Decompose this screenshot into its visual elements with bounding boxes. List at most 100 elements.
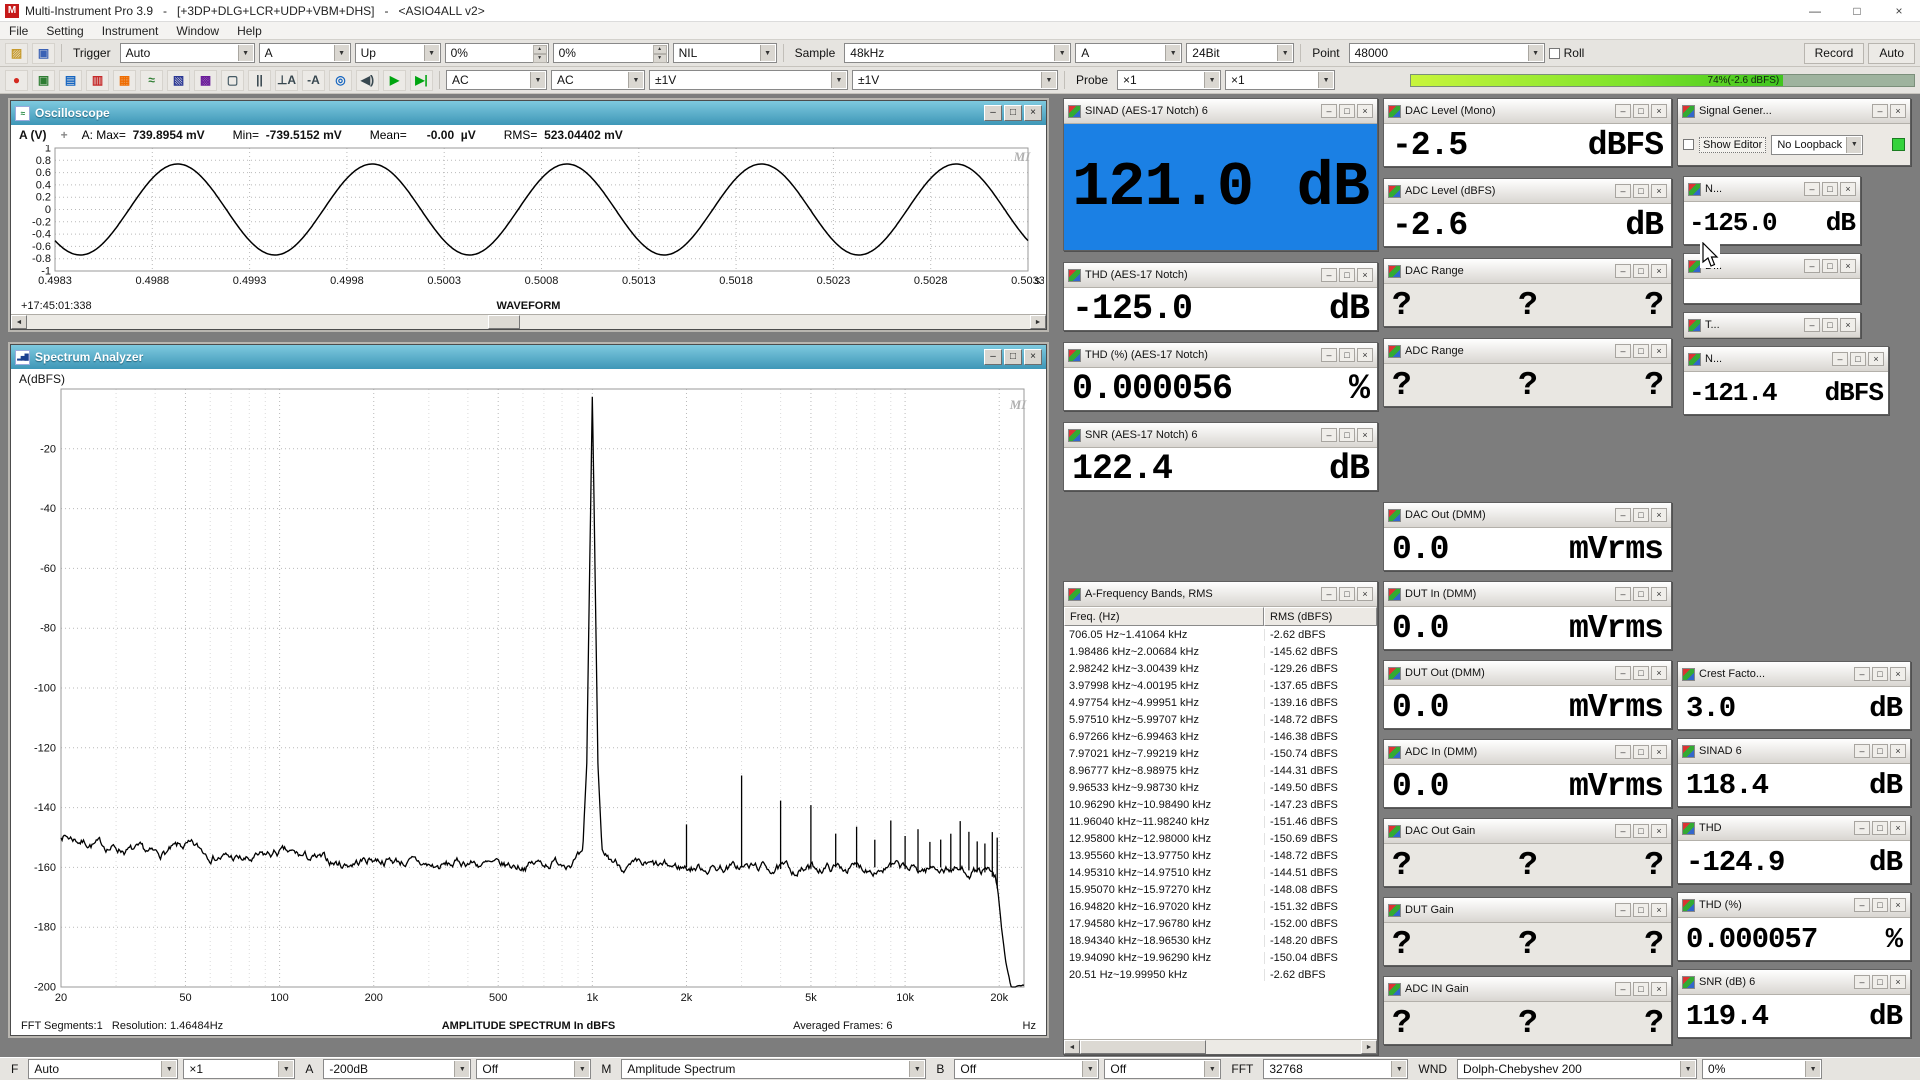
spectrum-window-icon[interactable]: ▥ xyxy=(86,70,109,91)
maximize-icon[interactable]: □ xyxy=(1633,982,1649,996)
table-row[interactable]: 14.95310 kHz~14.97510 kHz -144.51 dBFS xyxy=(1064,864,1377,881)
close-icon[interactable]: × xyxy=(1840,318,1856,332)
a-scale-select[interactable]: -200dB▼ xyxy=(323,1059,471,1079)
close-icon[interactable]: × xyxy=(1024,349,1042,365)
menu-item[interactable]: Window xyxy=(167,24,228,38)
meter-titlebar[interactable]: Crest Facto... –□× xyxy=(1678,662,1910,687)
meter-titlebar[interactable]: THD (%) (AES-17 Notch) –□× xyxy=(1064,343,1377,368)
trigger-edge-select[interactable]: Up▼ xyxy=(355,43,441,63)
close-icon[interactable]: × xyxy=(1357,268,1373,282)
table-row[interactable]: 12.95800 kHz~12.98000 kHz -150.69 dBFS xyxy=(1064,830,1377,847)
spectrum-analyzer-titlebar[interactable]: ▂▅█ Spectrum Analyzer – □ × xyxy=(11,345,1046,369)
b-mode-select[interactable]: Off▼ xyxy=(954,1059,1099,1079)
maximize-icon[interactable]: □ xyxy=(1339,348,1355,362)
maximize-icon[interactable]: □ xyxy=(1872,975,1888,989)
table-row[interactable]: 19.94090 kHz~19.96290 kHz -150.04 dBFS xyxy=(1064,949,1377,966)
step-run-icon[interactable]: ▶| xyxy=(410,70,433,91)
scroll-right-icon[interactable]: ► xyxy=(1030,315,1046,329)
close-icon[interactable]: × xyxy=(1357,348,1373,362)
auto-button[interactable]: Auto xyxy=(1868,43,1915,64)
close-icon[interactable]: × xyxy=(1651,587,1667,601)
record-button[interactable]: Record xyxy=(1804,43,1865,64)
column-header-rms[interactable]: RMS (dBFS) xyxy=(1264,607,1377,626)
close-icon[interactable]: × xyxy=(1890,744,1906,758)
meter-titlebar[interactable]: DAC Range –□× xyxy=(1384,259,1671,284)
minimize-icon[interactable]: – xyxy=(1854,744,1870,758)
scrollbar-thumb[interactable] xyxy=(488,315,520,329)
maximize-icon[interactable]: □ xyxy=(1633,184,1649,198)
coupling-b-select[interactable]: AC▼ xyxy=(551,70,645,90)
maximize-icon[interactable]: □ xyxy=(1872,821,1888,835)
sample-rate-select[interactable]: 48kHz▼ xyxy=(844,43,1071,63)
table-row[interactable]: 11.96040 kHz~11.98240 kHz -151.46 dBFS xyxy=(1064,813,1377,830)
spin-up-icon[interactable]: ▲ xyxy=(653,45,667,54)
table-row[interactable]: 706.05 Hz~1.41064 kHz -2.62 dBFS xyxy=(1064,626,1377,643)
minimize-icon[interactable]: – xyxy=(1615,184,1631,198)
minimize-icon[interactable]: – xyxy=(1804,318,1820,332)
table-row[interactable]: 20.51 Hz~19.99950 kHz -2.62 dBFS xyxy=(1064,966,1377,983)
table-row[interactable]: 17.94580 kHz~17.96780 kHz -152.00 dBFS xyxy=(1064,915,1377,932)
meter-titlebar[interactable]: ADC Range –□× xyxy=(1384,339,1671,364)
table-row[interactable]: 9.96533 kHz~9.98730 kHz -149.50 dBFS xyxy=(1064,779,1377,796)
menu-item[interactable]: Instrument xyxy=(93,24,168,38)
close-icon[interactable]: × xyxy=(1890,898,1906,912)
trigger-source-select[interactable]: A▼ xyxy=(259,43,351,63)
signal-generator-window-icon[interactable]: ≈ xyxy=(140,70,163,91)
range-b-select[interactable]: ±1V▼ xyxy=(852,70,1058,90)
maximize-icon[interactable]: □ xyxy=(1872,744,1888,758)
display-mode-select[interactable]: Amplitude Spectrum▼ xyxy=(621,1059,926,1079)
freq-mode-select[interactable]: Auto▼ xyxy=(28,1059,178,1079)
maximize-icon[interactable]: □ xyxy=(1339,587,1355,601)
multimeter-window-icon[interactable]: ▣ xyxy=(32,70,55,91)
close-icon[interactable]: × xyxy=(1651,666,1667,680)
minimize-icon[interactable]: – xyxy=(1615,903,1631,917)
sample-channel-select[interactable]: A▼ xyxy=(1075,43,1182,63)
zoom-icon[interactable]: ◎ xyxy=(329,70,352,91)
a-option-select[interactable]: Off▼ xyxy=(476,1059,591,1079)
minimize-icon[interactable]: – xyxy=(1615,264,1631,278)
trigger-level-spinner[interactable]: 0%▲▼ xyxy=(445,43,549,63)
minimize-icon[interactable]: – xyxy=(1615,982,1631,996)
close-icon[interactable]: × xyxy=(1840,182,1856,196)
meter-titlebar[interactable]: THD (AES-17 Notch) –□× xyxy=(1064,263,1377,288)
close-icon[interactable]: × xyxy=(1651,903,1667,917)
pause-icon[interactable]: || xyxy=(248,70,271,91)
table-row[interactable]: 16.94820 kHz~16.97020 kHz -151.32 dBFS xyxy=(1064,898,1377,915)
scroll-left-icon[interactable]: ◄ xyxy=(11,315,27,329)
fft-size-select[interactable]: 32768▼ xyxy=(1263,1059,1408,1079)
maximize-icon[interactable]: □ xyxy=(1822,182,1838,196)
horizontal-scrollbar[interactable]: ◄ ► xyxy=(11,314,1046,329)
minimize-icon[interactable]: – xyxy=(984,105,1002,121)
close-icon[interactable]: × xyxy=(1651,508,1667,522)
probe-b-select[interactable]: ×1▼ xyxy=(1225,70,1335,90)
bit-depth-select[interactable]: 24Bit▼ xyxy=(1186,43,1294,63)
menu-item[interactable]: Help xyxy=(228,24,271,38)
close-icon[interactable]: × xyxy=(1890,975,1906,989)
maximize-icon[interactable]: □ xyxy=(1339,268,1355,282)
close-icon[interactable]: × xyxy=(1651,824,1667,838)
close-icon[interactable]: × xyxy=(1357,428,1373,442)
meter-titlebar[interactable]: N... –□× xyxy=(1684,347,1888,372)
minimize-icon[interactable]: – xyxy=(1804,259,1820,273)
scrollbar-thumb[interactable] xyxy=(1080,1040,1206,1054)
meter-titlebar[interactable]: DAC Level (Mono) –□× xyxy=(1384,99,1671,124)
scroll-right-icon[interactable]: ► xyxy=(1361,1040,1377,1054)
table-row[interactable]: 2.98242 kHz~3.00439 kHz -129.26 dBFS xyxy=(1064,660,1377,677)
minimize-icon[interactable]: – xyxy=(1615,508,1631,522)
maximize-icon[interactable]: □ xyxy=(1633,344,1649,358)
close-icon[interactable]: × xyxy=(1357,587,1373,601)
minimize-icon[interactable]: – xyxy=(1615,745,1631,759)
meter-titlebar[interactable]: SINAD 6 –□× xyxy=(1678,739,1910,764)
menu-item[interactable]: Setting xyxy=(37,24,92,38)
window-titlebar[interactable]: M Multi-Instrument Pro 3.9 - [+3DP+DLG+L… xyxy=(0,0,1920,22)
oscilloscope-window-icon[interactable]: ▤ xyxy=(59,70,82,91)
close-icon[interactable]: × xyxy=(1651,104,1667,118)
minimize-icon[interactable]: – xyxy=(1321,268,1337,282)
minimize-icon[interactable]: – xyxy=(1615,666,1631,680)
overlap-select[interactable]: 0%▼ xyxy=(1702,1059,1822,1079)
oscilloscope-titlebar[interactable]: ≈ Oscilloscope – □ × xyxy=(11,101,1046,125)
point-count-select[interactable]: 48000▼ xyxy=(1349,43,1545,63)
loopback-select[interactable]: No Loopback▼ xyxy=(1771,135,1863,155)
meter-titlebar[interactable]: N... –□× xyxy=(1684,177,1860,202)
close-icon[interactable]: × xyxy=(1651,982,1667,996)
